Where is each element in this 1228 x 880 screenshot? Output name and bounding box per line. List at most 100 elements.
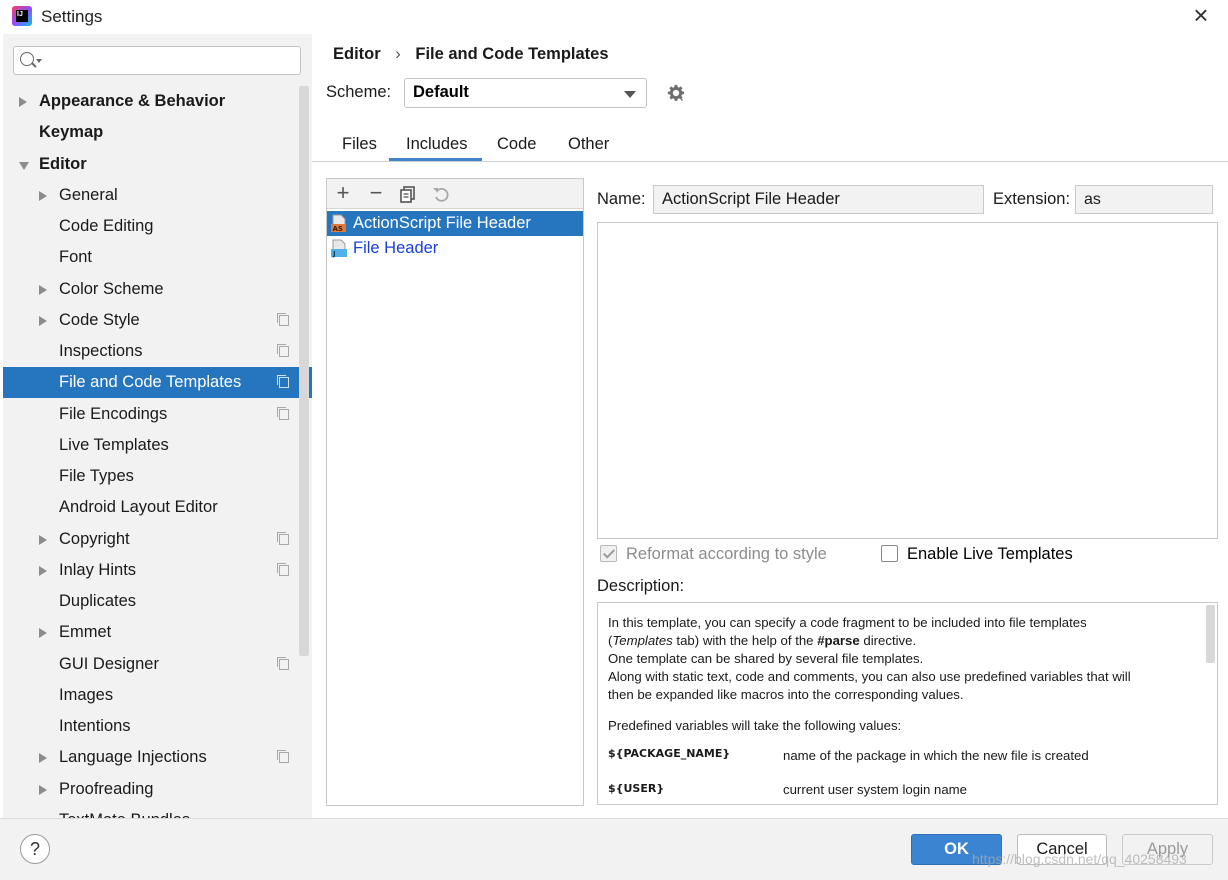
template-list-item[interactable]: J File Header (327, 236, 583, 261)
sidebar-item-label: Font (59, 248, 93, 266)
extension-value: as (1084, 191, 1101, 208)
sidebar-item-gui-designer[interactable]: GUI Designer (3, 649, 312, 680)
sidebar-item-copyright[interactable]: Copyright (3, 524, 312, 555)
remove-icon[interactable]: − (365, 182, 387, 205)
chevron-right-icon[interactable] (39, 285, 47, 295)
close-icon[interactable]: × (1188, 2, 1214, 29)
sidebar-item-label: Keymap (39, 123, 104, 141)
project-settings-icon (277, 344, 289, 357)
dialog-button-bar: ? OK Cancel Apply https://blog.csdn.net/… (0, 818, 1228, 880)
sidebar-scrollbar[interactable] (299, 86, 309, 656)
sidebar-item-live-templates[interactable]: Live Templates (3, 430, 312, 461)
template-list-item-label: File Header (353, 239, 439, 257)
sidebar-item-file-encodings[interactable]: File Encodings (3, 399, 312, 430)
tab-includes[interactable]: Includes (406, 135, 467, 154)
project-settings-icon (277, 375, 289, 388)
sidebar-item-images[interactable]: Images (3, 680, 312, 711)
watermark: https://blog.csdn.net/qq_40258493 (972, 851, 1187, 867)
svg-text:J: J (332, 250, 336, 258)
sidebar-item-inlay-hints[interactable]: Inlay Hints (3, 555, 312, 586)
sidebar-item-language-injections[interactable]: Language Injections (3, 742, 312, 773)
sidebar-item-inspections[interactable]: Inspections (3, 336, 312, 367)
enable-live-templates-checkbox[interactable] (881, 545, 898, 562)
window-title: Settings (41, 7, 103, 26)
template-list-toolbar: + − (327, 179, 583, 209)
project-settings-icon (277, 407, 289, 420)
chevron-right-icon[interactable] (39, 785, 47, 795)
extension-field[interactable]: as (1075, 185, 1213, 214)
sidebar-item-file-and-code-templates[interactable]: File and Code Templates (3, 367, 312, 398)
active-tab-indicator (389, 158, 482, 161)
settings-search[interactable] (13, 46, 301, 75)
sidebar-item-duplicates[interactable]: Duplicates (3, 586, 312, 617)
gear-icon[interactable] (667, 84, 685, 102)
sidebar-item-label: Android Layout Editor (59, 498, 218, 516)
variable-name: ${PACKAGE_NAME} (608, 747, 731, 760)
name-field[interactable]: ActionScript File Header (653, 185, 984, 214)
chevron-right-icon[interactable] (39, 753, 47, 763)
sidebar-item-label: Language Injections (59, 748, 207, 766)
chevron-right-icon[interactable] (39, 191, 47, 201)
copy-icon[interactable] (397, 183, 419, 205)
description-scrollbar[interactable] (1206, 605, 1215, 663)
title-bar: IJ Settings × (0, 0, 1228, 34)
project-settings-icon (277, 750, 289, 763)
help-button[interactable]: ? (20, 834, 50, 864)
search-history-caret-icon[interactable] (36, 59, 42, 63)
sidebar-item-label: Proofreading (59, 780, 154, 798)
chevron-right-icon[interactable] (39, 316, 47, 326)
chevron-down-icon (624, 91, 636, 98)
sidebar-item-label: Color Scheme (59, 280, 164, 298)
breadcrumb: Editor › File and Code Templates (333, 45, 609, 64)
tab-code[interactable]: Code (497, 135, 536, 154)
project-settings-icon (277, 532, 289, 545)
sidebar-item-color-scheme[interactable]: Color Scheme (3, 274, 312, 305)
variable-description: current user system login name (783, 782, 967, 797)
sidebar-item-label: File Encodings (59, 405, 168, 423)
template-list-item[interactable]: AS ActionScript File Header (327, 211, 583, 236)
scheme-select[interactable]: Default (404, 78, 647, 108)
breadcrumb-current: File and Code Templates (415, 45, 609, 63)
sidebar-item-label: Code Style (59, 311, 140, 329)
scheme-value: Default (413, 83, 469, 101)
chevron-right-icon[interactable] (39, 535, 47, 545)
svg-text:AS: AS (333, 225, 343, 233)
sidebar-item-font[interactable]: Font (3, 242, 312, 273)
chevron-right-icon[interactable] (39, 628, 47, 638)
sidebar-item-intentions[interactable]: Intentions (3, 711, 312, 742)
sidebar-item-editor[interactable]: Editor (3, 149, 312, 180)
chevron-down-icon[interactable] (19, 162, 29, 170)
chevron-right-icon[interactable] (39, 566, 47, 576)
search-input[interactable] (46, 51, 296, 71)
settings-sidebar: Appearance & Behavior Keymap Editor General… (3, 34, 312, 818)
sidebar-item-label: Copyright (59, 530, 130, 548)
reset-icon[interactable] (430, 183, 452, 205)
sidebar-item-proofreading[interactable]: Proofreading (3, 774, 312, 805)
template-tabs: Files Includes Code Other (312, 128, 1228, 162)
chevron-right-icon[interactable] (19, 97, 27, 107)
sidebar-item-general[interactable]: General (3, 180, 312, 211)
sidebar-item-code-editing[interactable]: Code Editing (3, 211, 312, 242)
sidebar-item-emmet[interactable]: Emmet (3, 617, 312, 648)
template-list-panel: + − AS ActionScript File Header J File Head… (326, 178, 584, 806)
sidebar-item-code-style[interactable]: Code Style (3, 305, 312, 336)
sidebar-item-label: GUI Designer (59, 655, 159, 673)
project-settings-icon (277, 657, 289, 670)
tab-other[interactable]: Other (568, 135, 609, 154)
template-editor[interactable] (597, 222, 1218, 539)
sidebar-item-file-types[interactable]: File Types (3, 461, 312, 492)
sidebar-item-keymap[interactable]: Keymap (3, 117, 312, 148)
sidebar-item-label: Appearance & Behavior (39, 92, 226, 110)
breadcrumb-parent[interactable]: Editor (333, 45, 381, 63)
sidebar-item-android-layout-editor[interactable]: Android Layout Editor (3, 492, 312, 523)
project-settings-icon (277, 563, 289, 576)
sidebar-item-label: TextMate Bundles (59, 805, 190, 818)
sidebar-item-textmate-bundles[interactable]: TextMate Bundles (3, 805, 312, 818)
scheme-label: Scheme: (326, 83, 392, 101)
add-icon[interactable]: + (332, 182, 354, 205)
reformat-checkbox[interactable] (600, 545, 617, 562)
file-template-icon: J (331, 239, 347, 258)
tab-files[interactable]: Files (342, 135, 377, 154)
enable-live-templates-label: Enable Live Templates (907, 545, 1073, 563)
sidebar-item-appearance-behavior[interactable]: Appearance & Behavior (3, 86, 312, 117)
